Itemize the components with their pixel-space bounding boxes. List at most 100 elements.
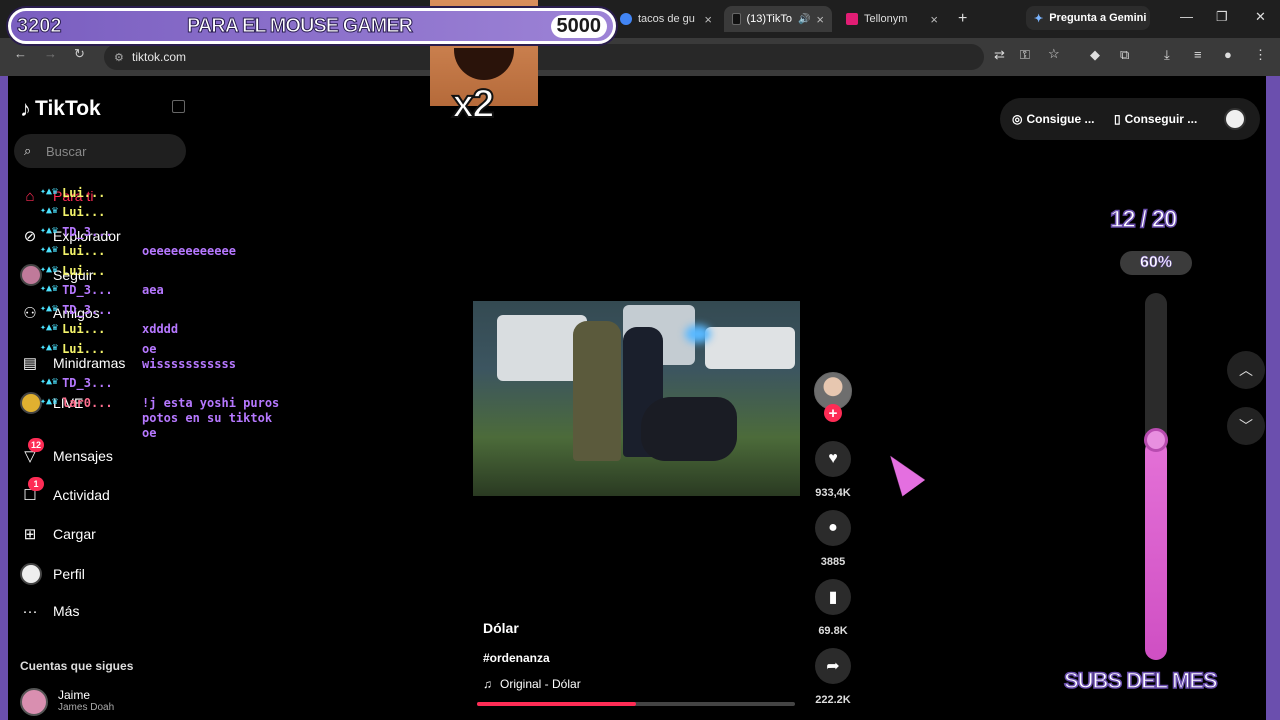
search-placeholder: Buscar xyxy=(46,143,87,159)
address-bar[interactable]: ⚙ tiktok.com xyxy=(104,44,984,70)
video-truck xyxy=(705,327,795,369)
video-motorcycle xyxy=(641,397,737,461)
media-icon[interactable]: ≡ xyxy=(1194,47,1202,62)
translate-icon[interactable]: ⇄ xyxy=(994,47,1005,63)
speaker-icon[interactable]: 🔊 xyxy=(798,14,810,25)
music-note-icon: ♫ xyxy=(483,677,492,691)
close-icon[interactable]: × xyxy=(704,12,712,27)
star-icon[interactable]: ☆ xyxy=(1048,46,1060,62)
like-button[interactable]: ♥ xyxy=(815,441,851,477)
nav-label: Minidramas xyxy=(53,355,126,371)
nav-seguir[interactable]: Seguir xyxy=(20,264,93,286)
get-coins-button[interactable]: ◎ Consigue ... xyxy=(1012,112,1095,126)
nav-explorador[interactable]: ⊘ Explorador xyxy=(20,226,121,246)
multiplier-text: x2 xyxy=(451,81,495,127)
share-icon: ➦ xyxy=(826,658,840,675)
nav-label: Actividad xyxy=(53,487,110,503)
friends-icon: ⚇ xyxy=(23,305,37,322)
download-icon[interactable]: ⤓ xyxy=(1164,47,1170,63)
nav-actividad[interactable]: ☐ 1 Actividad xyxy=(20,477,110,505)
new-tab-button[interactable]: + xyxy=(950,6,978,32)
nav-amigos[interactable]: ⚇ Amigos xyxy=(20,303,99,323)
chat-user: lar0... xyxy=(62,396,113,410)
comment-button[interactable]: ● xyxy=(815,510,851,546)
nav-mas[interactable]: ··· Más xyxy=(20,601,80,621)
chat-message: ✦▲♛ Lui... xyxy=(40,264,105,278)
nav-label: Perfil xyxy=(53,566,85,582)
home-icon: ⌂ xyxy=(25,187,35,205)
tiktok-logo[interactable]: ♪ TikTok xyxy=(20,96,101,122)
subs-progress-fill xyxy=(1145,439,1167,660)
chat-user: TD_3... xyxy=(62,283,113,297)
previous-video-button[interactable]: ︿ xyxy=(1227,351,1265,389)
avatar xyxy=(20,264,42,286)
chat-user: Lui... xyxy=(62,264,106,278)
share-button[interactable]: ➦ xyxy=(815,648,851,684)
nav-minidramas[interactable]: ▤ Minidramas xyxy=(20,353,125,373)
restore-icon[interactable]: ❐ xyxy=(1216,9,1228,25)
gemini-icon: ✦ xyxy=(1034,12,1044,25)
save-button[interactable]: ▮ xyxy=(815,579,851,615)
google-icon xyxy=(620,13,632,25)
chat-badges-icon: ✦▲♛ xyxy=(40,244,59,255)
nav-perfil[interactable]: Perfil xyxy=(20,563,85,585)
film-icon: ▤ xyxy=(22,355,38,372)
goal-current: 3202 xyxy=(17,14,62,37)
collapse-sidebar-icon[interactable] xyxy=(172,100,185,113)
avatar[interactable] xyxy=(1224,108,1246,130)
heart-icon: ♥ xyxy=(828,450,838,467)
close-icon[interactable]: × xyxy=(816,12,824,27)
chat-badges-icon: ✦▲♛ xyxy=(40,283,59,294)
tiktok-icon xyxy=(732,13,741,25)
gemini-label: Pregunta a Gemini xyxy=(1049,12,1147,24)
tab-tacos[interactable]: tacos de gu × xyxy=(612,6,720,32)
chat-badges-icon: ✦▲♛ xyxy=(40,303,59,314)
subs-progress-track xyxy=(1144,293,1168,660)
follow-plus-icon[interactable]: + xyxy=(824,404,842,422)
chat-badges-icon: ✦▲♛ xyxy=(40,342,59,353)
video-hashtag[interactable]: #ordenanza xyxy=(483,651,550,665)
get-app-button[interactable]: ▯ Conseguir ... xyxy=(1114,112,1197,126)
like-count: 933,4K xyxy=(815,487,851,499)
chat-user: Lui... xyxy=(62,186,106,200)
chat-message: ✦▲♛ Lui... oeeeeeeeeeeee xyxy=(40,244,236,258)
close-window-icon[interactable]: ✕ xyxy=(1255,9,1266,25)
account-handle: James Doah xyxy=(58,702,115,713)
chat-message: ✦▲♛ Lui... xdddd xyxy=(40,322,178,336)
subs-count: 12 / 20 xyxy=(1109,205,1178,234)
chat-badges-icon: ✦▲♛ xyxy=(40,322,59,333)
close-icon[interactable]: × xyxy=(930,12,938,27)
video-player[interactable] xyxy=(473,301,800,496)
puzzle-icon[interactable]: ⧉ xyxy=(1120,47,1129,63)
search-input[interactable]: ⌕ Buscar xyxy=(14,134,186,168)
video-music[interactable]: ♫ Original - Dólar xyxy=(483,677,581,691)
reload-icon[interactable]: ↻ xyxy=(74,46,85,62)
menu-icon[interactable]: ⋮ xyxy=(1254,47,1267,63)
gemini-button[interactable]: ✦ Pregunta a Gemini xyxy=(1026,6,1150,30)
nav-mensajes[interactable]: ▽ 12 Mensajes xyxy=(20,438,113,466)
comment-icon: ● xyxy=(828,519,838,536)
search-icon: ⌕ xyxy=(24,143,32,158)
chat-user: TD_3... xyxy=(62,303,113,317)
minimize-icon[interactable]: — xyxy=(1180,9,1193,24)
tab-tellonym[interactable]: Tellonym × xyxy=(838,6,946,32)
following-account[interactable]: Jaime James Doah xyxy=(20,688,114,716)
back-icon[interactable]: ← xyxy=(14,46,27,61)
logo-text: TikTok xyxy=(35,97,101,120)
overlay-frame-right xyxy=(1266,76,1280,720)
coin-icon: ◎ xyxy=(1012,112,1023,126)
tab-tiktok[interactable]: (13)TikTo 🔊 × xyxy=(724,6,832,32)
live-icon xyxy=(20,392,42,414)
chat-message: ✦▲♛ Lui... xyxy=(40,186,105,200)
next-video-button[interactable]: ﹀ xyxy=(1227,407,1265,445)
site-info-icon[interactable]: ⚙ xyxy=(114,51,124,64)
video-author[interactable]: Dólar xyxy=(483,620,519,636)
forward-icon[interactable]: → xyxy=(44,46,57,61)
nav-live[interactable]: LIVE xyxy=(20,392,83,414)
nav-cargar[interactable]: ⊞ Cargar xyxy=(20,524,96,544)
extension-icon[interactable]: ◆ xyxy=(1090,47,1100,63)
profile-avatar-icon[interactable]: ● xyxy=(1224,47,1232,62)
nav-para-ti[interactable]: ⌂ Para ti xyxy=(20,186,93,206)
key-icon[interactable]: ⚿ xyxy=(1020,47,1030,63)
video-progress-bar[interactable] xyxy=(477,702,795,706)
